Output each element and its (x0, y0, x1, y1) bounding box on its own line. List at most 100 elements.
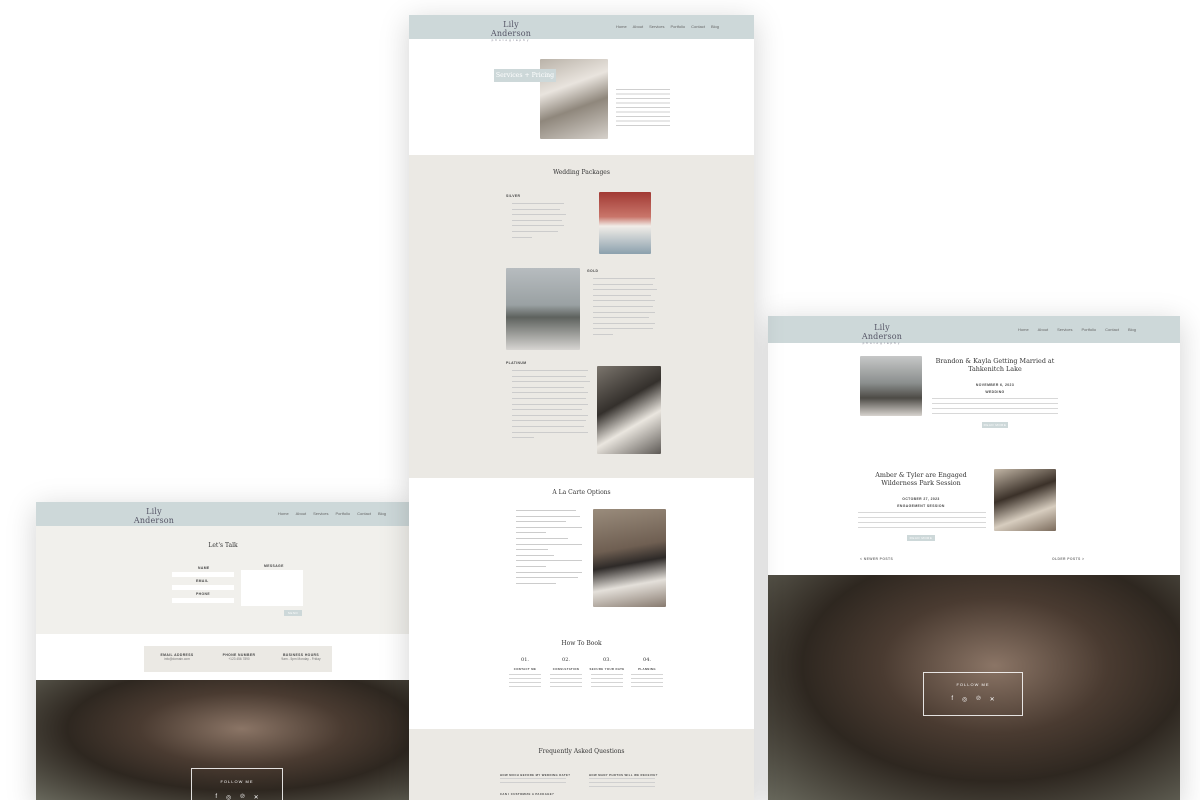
contact-page-mockup: Lily Anderson Photography Home About Ser… (36, 502, 410, 800)
phone-input[interactable] (172, 598, 234, 603)
nav-home[interactable]: Home (1018, 327, 1029, 332)
email-input[interactable] (172, 585, 234, 590)
post-1-read-more-button[interactable]: READ MORE (982, 422, 1008, 428)
nav-portfolio[interactable]: Portfolio (335, 511, 350, 516)
hero-title-badge: Services + Pricing (494, 69, 556, 82)
nav-services[interactable]: Services (649, 24, 664, 29)
brand-tagline: Photography (491, 38, 531, 42)
step-4-number: 04. (643, 657, 651, 663)
info-phone-value[interactable]: +123 456 7890 (214, 657, 264, 662)
brand-name: Lily Anderson (490, 20, 532, 38)
hero-intro-text (616, 89, 670, 129)
wedding-packages-title: Wedding Packages (553, 169, 610, 176)
instagram-icon[interactable]: ◎ (962, 696, 967, 703)
nav-portfolio[interactable]: Portfolio (670, 24, 685, 29)
nav-contact[interactable]: Contact (691, 24, 705, 29)
step-1-text (509, 674, 541, 688)
faq-question-2[interactable]: HOW MANY PHOTOS WILL WE RECEIVE? (589, 773, 658, 777)
nav-about[interactable]: About (296, 511, 306, 516)
step-3-text (591, 674, 623, 688)
nav-services[interactable]: Services (313, 511, 328, 516)
step-1-label: CONTACT ME (513, 667, 537, 671)
step-2-number: 02. (562, 657, 570, 663)
post-2-excerpt (858, 512, 986, 530)
send-button[interactable]: SEND (284, 610, 302, 616)
post-2-date: OCTOBER 27, 2023 (902, 497, 940, 501)
nav-contact[interactable]: Contact (357, 511, 371, 516)
faq-question-1[interactable]: HOW MUCH BEFORE MY WEDDING DATE? (500, 773, 570, 777)
nav-services[interactable]: Services (1057, 327, 1072, 332)
message-textarea[interactable] (241, 570, 303, 606)
nav-blog[interactable]: Blog (378, 511, 386, 516)
a-la-carte-title: A La Carte Options (552, 489, 611, 496)
follow-title: FOLLOW ME (956, 682, 990, 687)
nav-about[interactable]: About (633, 24, 643, 29)
site-header: Lily Anderson Photography Home About Ser… (768, 316, 1180, 345)
wedding-packages-section: Wedding Packages SILVER - - - - - - - GO… (409, 155, 754, 478)
nav-portfolio[interactable]: Portfolio (1081, 327, 1096, 332)
post-1-date: NOVEMBER 6, 2023 (975, 383, 1015, 387)
nav-about[interactable]: About (1038, 327, 1048, 332)
silver-feature-list: - - - - - - - (508, 201, 568, 241)
info-email-value[interactable]: info@domain.com (152, 657, 202, 662)
post-2-read-more-button[interactable]: READ MORE (907, 535, 935, 541)
brand-logo[interactable]: Lily Anderson Photography (489, 20, 533, 42)
follow-box-left: FOLLOW ME f ◎ ℗ ✕ (191, 768, 283, 800)
step-2-text (550, 674, 582, 688)
post-1-title[interactable]: Brandon & Kayla Getting Married at Tahke… (932, 357, 1058, 373)
instagram-icon[interactable]: ◎ (226, 794, 231, 800)
contact-section: Let's Talk NAME EMAIL PHONE MESSAGE SEND (36, 526, 410, 634)
how-to-book-steps: 01. CONTACT ME 02. CONSULTATION 03. SECU… (506, 657, 666, 701)
services-page-mockup: Lily Anderson Photography Home About Ser… (409, 15, 754, 800)
hero-title: Services + Pricing (495, 72, 555, 79)
blog-page-mockup: Lily Anderson Photography Home About Ser… (768, 316, 1180, 800)
site-header: Lily Anderson Photography Home About Ser… (409, 15, 754, 42)
name-label: NAME (198, 566, 210, 570)
main-nav: Home About Services Portfolio Contact Bl… (1018, 327, 1136, 332)
main-nav: Home About Services Portfolio Contact Bl… (616, 24, 719, 29)
silver-package-photo (599, 192, 651, 254)
nav-blog[interactable]: Blog (1128, 327, 1136, 332)
brand-logo[interactable]: Lily Anderson Photography (856, 323, 908, 345)
gold-feature-list: - - - - - - - - - - - (589, 276, 659, 338)
contact-info-box: EMAIL ADDRESS info@domain.com PHONE NUMB… (144, 646, 332, 672)
step-3-number: 03. (603, 657, 611, 663)
pinterest-icon[interactable]: ℗ (976, 696, 980, 703)
faq-title: Frequently Asked Questions (538, 748, 625, 755)
info-hours-value: 9am - 5pm Monday - Friday (281, 657, 321, 661)
how-to-book-title: How To Book (561, 640, 602, 647)
follow-title: FOLLOW ME (220, 779, 254, 784)
nav-home[interactable]: Home (616, 24, 627, 29)
platinum-package-photo (597, 366, 661, 454)
brand-name: Lily Anderson (133, 507, 175, 525)
x-icon[interactable]: ✕ (990, 696, 995, 703)
nav-home[interactable]: Home (278, 511, 289, 516)
pinterest-icon[interactable]: ℗ (240, 794, 244, 800)
faq-answer-2 (589, 778, 655, 790)
name-input[interactable] (172, 572, 234, 577)
faq-question-3[interactable]: CAN I CUSTOMIZE A PACKAGE? (500, 792, 554, 796)
post-1-photo[interactable] (860, 356, 922, 416)
gold-package-photo (506, 268, 580, 350)
platinum-label: PLATINUM (506, 361, 527, 365)
step-2-label: CONSULTATION (552, 667, 580, 671)
post-2-photo[interactable] (994, 469, 1056, 531)
x-icon[interactable]: ✕ (254, 794, 259, 800)
post-2-category[interactable]: ENGAGEMENT SESSION (860, 504, 982, 508)
nav-contact[interactable]: Contact (1105, 327, 1119, 332)
brand-name: Lily Anderson (861, 323, 903, 341)
platinum-feature-list: - - - - - - - - - - - - - (508, 368, 592, 441)
post-1-excerpt (932, 398, 1058, 416)
post-2-title[interactable]: Amber & Tyler are Engaged Wilderness Par… (860, 471, 982, 487)
main-nav: Home About Services Portfolio Contact Bl… (278, 511, 386, 516)
faq-answer-1 (500, 778, 566, 786)
facebook-icon[interactable]: f (215, 794, 217, 800)
a-la-carte-list: - - - - - - - - - - - - - - (512, 508, 586, 587)
newer-posts-link[interactable]: < NEWER POSTS (860, 557, 893, 561)
older-posts-link[interactable]: OLDER POSTS > (1052, 557, 1084, 561)
nav-blog[interactable]: Blog (711, 24, 719, 29)
phone-label: PHONE (196, 592, 211, 596)
a-la-carte-photo (593, 509, 666, 607)
post-1-category[interactable]: WEDDING (932, 390, 1058, 394)
facebook-icon[interactable]: f (951, 696, 953, 703)
